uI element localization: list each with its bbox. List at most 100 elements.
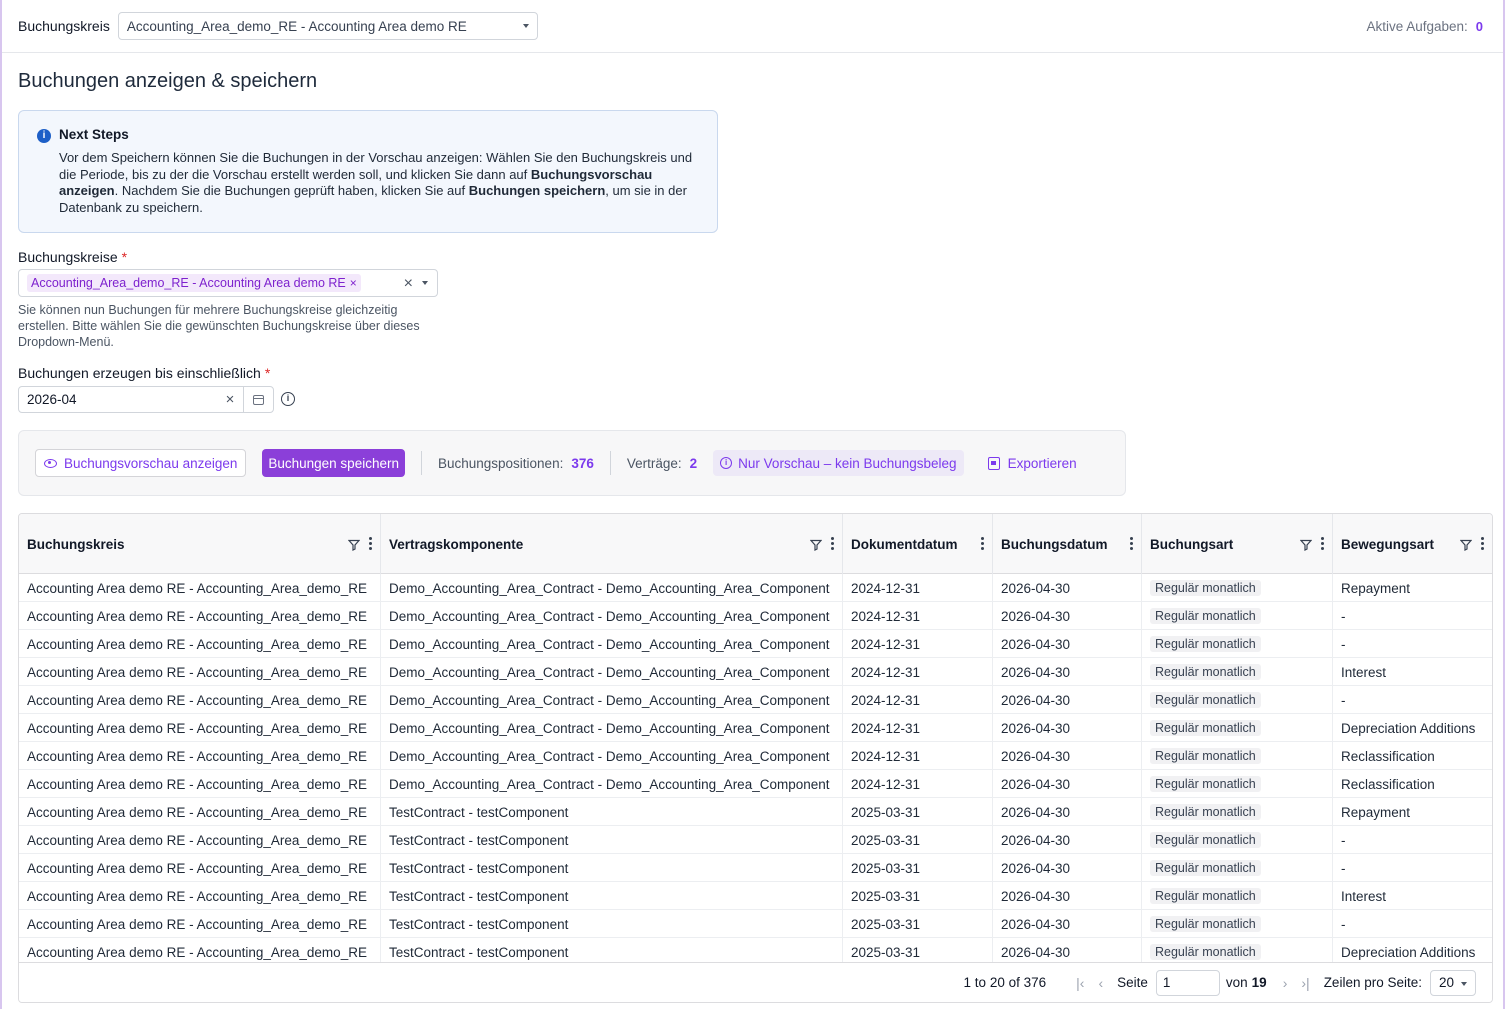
table-row[interactable]: Accounting Area demo RE - Accounting_Are… bbox=[19, 714, 1492, 742]
cell-movement-type: - bbox=[1341, 608, 1346, 624]
table-row[interactable]: Accounting Area demo RE - Accounting_Are… bbox=[19, 602, 1492, 630]
positions-label: Buchungspositionen: bbox=[437, 455, 564, 471]
left-border bbox=[0, 0, 2, 1009]
calendar-button[interactable] bbox=[243, 387, 273, 412]
active-tasks[interactable]: Aktive Aufgaben: 0 bbox=[1366, 19, 1483, 34]
cell-document-date: 2024-12-31 bbox=[843, 602, 993, 630]
table-row[interactable]: Accounting Area demo RE - Accounting_Are… bbox=[19, 658, 1492, 686]
cell-document-date: 2024-12-31 bbox=[843, 770, 993, 798]
booking-toolbar: Buchungsvorschau anzeigen Buchungen spei… bbox=[18, 430, 1126, 496]
next-page-icon[interactable]: › bbox=[1283, 975, 1288, 991]
posting-type-tag: Regulär monatlich bbox=[1150, 720, 1261, 736]
grid-body: Accounting Area demo RE - Accounting_Are… bbox=[19, 574, 1492, 966]
cell-movement-type: - bbox=[1341, 692, 1346, 708]
table-row[interactable]: Accounting Area demo RE - Accounting_Are… bbox=[19, 574, 1492, 602]
save-bookings-button[interactable]: Buchungen speichern bbox=[262, 449, 405, 477]
cell-movement-type: Reclassification bbox=[1341, 776, 1435, 792]
info-icon[interactable]: i bbox=[281, 392, 295, 406]
calendar-icon bbox=[253, 394, 264, 405]
until-label-text: Buchungen erzeugen bis einschließlich bbox=[18, 365, 261, 381]
cell-posting-type: Regulär monatlich bbox=[1142, 826, 1333, 854]
cell-document-date: 2024-12-31 bbox=[843, 574, 993, 602]
column-header-posting-type[interactable]: Buchungsart bbox=[1142, 514, 1333, 574]
accounting-area-selected: Accounting_Area_demo_RE - Accounting Are… bbox=[126, 18, 467, 34]
accounting-areas-helper: Sie können nun Buchungen für mehrere Buc… bbox=[18, 303, 420, 349]
prev-page-icon[interactable]: ‹ bbox=[1098, 975, 1103, 991]
cell-posting-type: Regulär monatlich bbox=[1142, 742, 1333, 770]
export-icon bbox=[987, 456, 1000, 470]
column-header-movement-type[interactable]: Bewegungsart bbox=[1333, 514, 1492, 574]
export-button[interactable]: Exportieren bbox=[987, 456, 1077, 471]
period-date-value[interactable]: 2026-04 bbox=[19, 392, 217, 407]
posting-type-tag: Regulär monatlich bbox=[1150, 944, 1261, 960]
cell-document-date: 2025-03-31 bbox=[843, 882, 993, 910]
cell-accounting-area: Accounting Area demo RE - Accounting_Are… bbox=[19, 742, 381, 770]
column-header-accounting-area[interactable]: Buchungskreis bbox=[19, 514, 381, 574]
column-header-document-date[interactable]: Dokumentdatum bbox=[843, 514, 993, 574]
preview-button-label: Buchungsvorschau anzeigen bbox=[64, 455, 238, 471]
rows-per-page-select[interactable]: 20 bbox=[1430, 969, 1476, 996]
chip-remove-icon[interactable]: × bbox=[350, 276, 357, 290]
clear-icon[interactable]: × bbox=[217, 391, 243, 408]
filter-icon[interactable] bbox=[1460, 539, 1472, 551]
chevron-down-icon[interactable] bbox=[422, 281, 428, 285]
first-page-icon[interactable]: |‹ bbox=[1076, 975, 1084, 991]
cell-accounting-area: Accounting Area demo RE - Accounting_Are… bbox=[19, 882, 381, 910]
column-menu-icon[interactable] bbox=[831, 537, 834, 550]
last-page-icon[interactable]: ›| bbox=[1301, 975, 1309, 991]
clear-icon[interactable]: × bbox=[404, 275, 413, 293]
filter-icon[interactable] bbox=[810, 539, 822, 551]
cell-accounting-area: Accounting Area demo RE - Accounting_Are… bbox=[19, 910, 381, 938]
filter-icon[interactable] bbox=[348, 539, 360, 551]
cell-posting-type: Regulär monatlich bbox=[1142, 602, 1333, 630]
cell-accounting-area: Accounting Area demo RE - Accounting_Are… bbox=[19, 630, 381, 658]
posting-type-tag: Regulär monatlich bbox=[1150, 636, 1261, 652]
cell-accounting-area: Accounting Area demo RE - Accounting_Are… bbox=[19, 602, 381, 630]
accounting-area-select[interactable]: Accounting_Area_demo_RE - Accounting Are… bbox=[117, 12, 538, 40]
filter-icon[interactable] bbox=[1300, 539, 1312, 551]
cell-contract-component: Demo_Accounting_Area_Contract - Demo_Acc… bbox=[381, 574, 843, 602]
table-row[interactable]: Accounting Area demo RE - Accounting_Are… bbox=[19, 630, 1492, 658]
cell-posting-date: 2026-04-30 bbox=[993, 714, 1142, 742]
cell-document-date: 2024-12-31 bbox=[843, 658, 993, 686]
preview-only-badge: i Nur Vorschau – kein Buchungsbeleg bbox=[713, 450, 964, 476]
posting-type-tag: Regulär monatlich bbox=[1150, 860, 1261, 876]
column-header-contract-component[interactable]: Vertragskomponente bbox=[381, 514, 843, 574]
column-menu-icon[interactable] bbox=[1481, 537, 1484, 550]
cell-document-date: 2025-03-31 bbox=[843, 826, 993, 854]
column-menu-icon[interactable] bbox=[1130, 537, 1133, 550]
preview-button[interactable]: Buchungsvorschau anzeigen bbox=[35, 449, 247, 477]
top-bar: Buchungskreis Accounting_Area_demo_RE - … bbox=[2, 0, 1503, 53]
cell-posting-type: Regulär monatlich bbox=[1142, 686, 1333, 714]
cell-posting-type: Regulär monatlich bbox=[1142, 882, 1333, 910]
column-header-label: Buchungsart bbox=[1150, 536, 1234, 552]
column-menu-icon[interactable] bbox=[981, 537, 984, 550]
page-input[interactable]: 1 bbox=[1155, 969, 1220, 996]
column-menu-icon[interactable] bbox=[1321, 537, 1324, 550]
table-row[interactable]: Accounting Area demo RE - Accounting_Are… bbox=[19, 798, 1492, 826]
posting-type-tag: Regulär monatlich bbox=[1150, 888, 1261, 904]
cell-movement-type: - bbox=[1341, 860, 1346, 876]
cell-posting-date: 2026-04-30 bbox=[993, 910, 1142, 938]
cell-movement-type: - bbox=[1341, 636, 1346, 652]
period-date-input[interactable]: 2026-04 × bbox=[18, 386, 274, 413]
column-header-posting-date[interactable]: Buchungsdatum bbox=[993, 514, 1142, 574]
table-row[interactable]: Accounting Area demo RE - Accounting_Are… bbox=[19, 882, 1492, 910]
rows-per-page-value: 20 bbox=[1439, 975, 1455, 990]
column-menu-icon[interactable] bbox=[369, 537, 372, 550]
cell-accounting-area: Accounting Area demo RE - Accounting_Are… bbox=[19, 686, 381, 714]
table-row[interactable]: Accounting Area demo RE - Accounting_Are… bbox=[19, 686, 1492, 714]
table-row[interactable]: Accounting Area demo RE - Accounting_Are… bbox=[19, 826, 1492, 854]
table-row[interactable]: Accounting Area demo RE - Accounting_Are… bbox=[19, 854, 1492, 882]
chevron-down-icon bbox=[522, 24, 529, 28]
table-row[interactable]: Accounting Area demo RE - Accounting_Are… bbox=[19, 770, 1492, 798]
cell-accounting-area: Accounting Area demo RE - Accounting_Are… bbox=[19, 574, 381, 602]
divider bbox=[609, 451, 611, 475]
accounting-areas-multiselect[interactable]: Accounting_Area_demo_RE - Accounting Are… bbox=[18, 269, 438, 297]
table-row[interactable]: Accounting Area demo RE - Accounting_Are… bbox=[19, 910, 1492, 938]
accounting-area-label: Buchungskreis bbox=[18, 18, 110, 34]
cell-posting-date: 2026-04-30 bbox=[993, 602, 1142, 630]
cell-posting-type: Regulär monatlich bbox=[1142, 910, 1333, 938]
table-row[interactable]: Accounting Area demo RE - Accounting_Are… bbox=[19, 742, 1492, 770]
cell-accounting-area: Accounting Area demo RE - Accounting_Are… bbox=[19, 854, 381, 882]
